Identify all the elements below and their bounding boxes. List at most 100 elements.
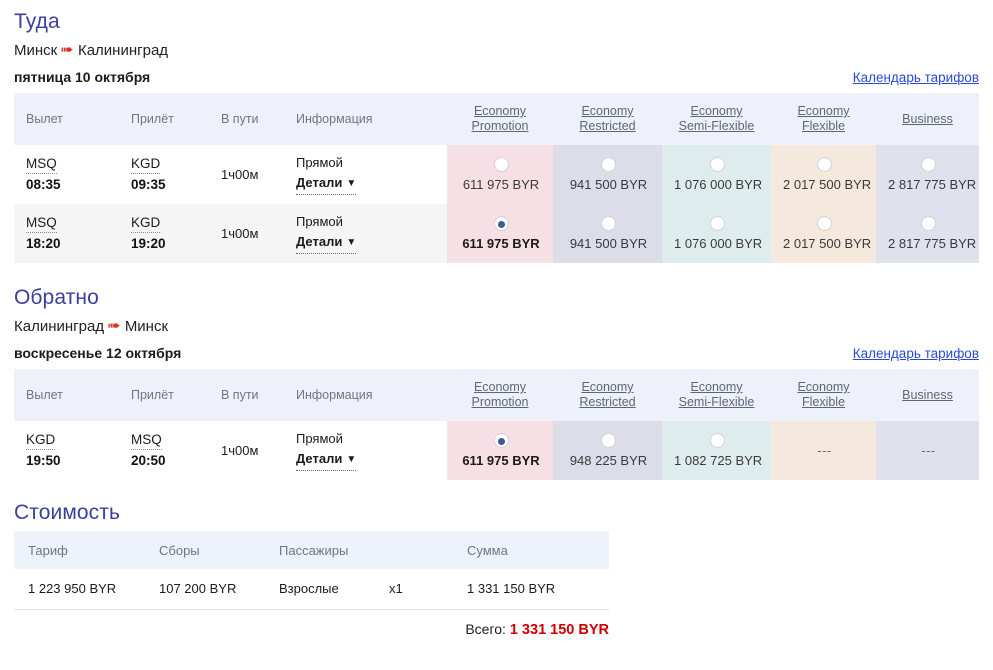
outbound-header-row: Вылет Прилёт В пути Информация Economy P… — [14, 93, 979, 145]
flight-type: Прямой — [296, 431, 343, 446]
details-toggle[interactable]: Детали ▼ — [296, 174, 357, 195]
fare-cell-economy-restricted[interactable]: 941 500 BYR — [553, 145, 662, 204]
flight-type: Прямой — [296, 214, 343, 229]
arrival-airport-code: KGD — [131, 156, 161, 174]
cost-fare-value: 1 223 950 BYR — [14, 569, 145, 610]
inbound-route: Калининград ➠ Минск — [14, 314, 979, 339]
fare-radio[interactable] — [710, 433, 725, 448]
col-header-arrival: Прилёт — [119, 93, 209, 145]
table-row[interactable]: MSQ 08:35 KGD 09:35 1ч00м Прямой Детали ▼… — [14, 145, 979, 204]
inbound-title: Обратно — [14, 286, 99, 309]
col-header-economy-promotion[interactable]: Economy Promotion — [447, 93, 553, 145]
fare-cell-economy-promotion[interactable]: 611 975 BYR — [447, 204, 553, 263]
cell-info: Прямой Детали ▼ — [284, 204, 447, 263]
fare-radio[interactable] — [817, 157, 832, 172]
chevron-down-icon: ▼ — [346, 237, 357, 248]
fare-cell-economy-flexible: --- — [771, 421, 876, 480]
departure-airport-code: KGD — [26, 432, 56, 450]
fare-cell-economy-semi-flexible[interactable]: 1 082 725 BYR — [662, 421, 771, 480]
cell-departure: MSQ 18:20 — [14, 204, 119, 263]
fare-radio-selected[interactable] — [493, 433, 509, 448]
fare-radio[interactable] — [601, 433, 616, 448]
fare-cell-economy-promotion[interactable]: 611 975 BYR — [447, 421, 553, 480]
details-toggle[interactable]: Детали ▼ — [296, 233, 357, 254]
col-header-duration: В пути — [209, 369, 284, 421]
fare-radio[interactable] — [710, 216, 725, 231]
chevron-down-icon: ▼ — [346, 178, 357, 189]
outbound-flights-table: Вылет Прилёт В пути Информация Economy P… — [14, 93, 979, 263]
fare-cell-business: --- — [876, 421, 979, 480]
col-header-departure: Вылет — [14, 369, 119, 421]
col-header-economy-flexible[interactable]: Economy Flexible — [771, 93, 876, 145]
outbound-fare-calendar-link[interactable]: Календарь тарифов — [853, 70, 979, 85]
cell-departure: KGD 19:50 — [14, 421, 119, 480]
fare-radio[interactable] — [493, 157, 509, 172]
cell-arrival: KGD 09:35 — [119, 145, 209, 204]
outbound-date: пятница 10 октября — [14, 69, 151, 85]
col-header-economy-semi-flexible[interactable]: Economy Semi-Flexible — [662, 93, 771, 145]
cost-taxes-value: 107 200 BYR — [145, 569, 265, 610]
inbound-header-row: Вылет Прилёт В пути Информация Economy P… — [14, 369, 979, 421]
col-header-economy-restricted[interactable]: Economy Restricted — [553, 93, 662, 145]
fare-radio-selected[interactable] — [493, 216, 509, 231]
fare-cell-business[interactable]: 2 817 775 BYR — [876, 204, 979, 263]
table-row[interactable]: MSQ 18:20 KGD 19:20 1ч00м Прямой Детали ▼… — [14, 204, 979, 263]
inbound-fare-calendar-link[interactable]: Календарь тарифов — [853, 346, 979, 361]
details-toggle[interactable]: Детали ▼ — [296, 450, 357, 471]
fare-cell-business[interactable]: 2 817 775 BYR — [876, 145, 979, 204]
grand-total-value: 1 331 150 BYR — [509, 621, 609, 638]
fare-radio[interactable] — [921, 216, 936, 231]
fare-radio[interactable] — [921, 157, 936, 172]
booking-page: Туда Минск ➠ Калининград пятница 10 октябр… — [0, 0, 993, 670]
departure-airport-code: MSQ — [26, 156, 57, 174]
col-header-info: Информация — [284, 369, 447, 421]
fare-cell-economy-restricted[interactable]: 941 500 BYR — [553, 204, 662, 263]
cell-arrival: KGD 19:20 — [119, 204, 209, 263]
outbound-date-row: пятница 10 октября Календарь тарифов — [14, 63, 979, 93]
flight-type: Прямой — [296, 155, 343, 170]
col-header-economy-promotion[interactable]: Economy Promotion — [447, 369, 553, 421]
outbound-route: Минск ➠ Калининград — [14, 38, 979, 63]
cell-info: Прямой Детали ▼ — [284, 145, 447, 204]
cell-duration: 1ч00м — [209, 421, 284, 480]
fare-cell-economy-restricted[interactable]: 948 225 BYR — [553, 421, 662, 480]
airplane-right-icon: ➠ — [60, 41, 74, 57]
inbound-origin: Калининград — [14, 318, 105, 335]
fare-cell-economy-promotion[interactable]: 611 975 BYR — [447, 145, 553, 204]
col-header-fare: Тариф — [14, 531, 145, 569]
col-header-sum: Сумма — [453, 531, 609, 569]
cost-sum-value: 1 331 150 BYR — [453, 569, 609, 610]
fare-unavailable: --- — [817, 443, 832, 458]
fare-unavailable: --- — [921, 443, 936, 458]
col-header-economy-semi-flexible[interactable]: Economy Semi-Flexible — [662, 369, 771, 421]
fare-radio[interactable] — [817, 216, 832, 231]
fare-radio[interactable] — [710, 157, 725, 172]
fare-cell-economy-flexible[interactable]: 2 017 500 BYR — [771, 204, 876, 263]
col-header-info: Информация — [284, 93, 447, 145]
outbound-destination: Калининград — [77, 42, 169, 59]
fare-cell-economy-semi-flexible[interactable]: 1 076 000 BYR — [662, 204, 771, 263]
cell-arrival: MSQ 20:50 — [119, 421, 209, 480]
fare-radio[interactable] — [601, 157, 616, 172]
cost-table: Тариф Сборы Пассажиры Сумма 1 223 950 BY… — [14, 531, 609, 610]
col-header-economy-flexible[interactable]: Economy Flexible — [771, 369, 876, 421]
fare-cell-economy-semi-flexible[interactable]: 1 076 000 BYR — [662, 145, 771, 204]
outbound-origin: Минск — [14, 42, 58, 59]
departure-time: 08:35 — [26, 176, 61, 192]
col-header-duration: В пути — [209, 93, 284, 145]
outbound-title: Туда — [14, 10, 60, 33]
col-header-business[interactable]: Business — [876, 369, 979, 421]
arrival-airport-code: MSQ — [131, 432, 162, 450]
inbound-flights-table: Вылет Прилёт В пути Информация Economy P… — [14, 369, 979, 480]
col-header-economy-restricted[interactable]: Economy Restricted — [553, 369, 662, 421]
cost-title: Стоимость — [14, 501, 121, 524]
cell-departure: MSQ 08:35 — [14, 145, 119, 204]
table-row[interactable]: KGD 19:50 MSQ 20:50 1ч00м Прямой Детали ▼… — [14, 421, 979, 480]
col-header-business[interactable]: Business — [876, 93, 979, 145]
cell-duration: 1ч00м — [209, 145, 284, 204]
airplane-right-icon: ➠ — [107, 317, 121, 333]
fare-radio[interactable] — [601, 216, 616, 231]
fare-cell-economy-flexible[interactable]: 2 017 500 BYR — [771, 145, 876, 204]
inbound-date-row: воскресенье 12 октября Календарь тарифов — [14, 339, 979, 369]
inbound-destination: Минск — [124, 318, 169, 335]
